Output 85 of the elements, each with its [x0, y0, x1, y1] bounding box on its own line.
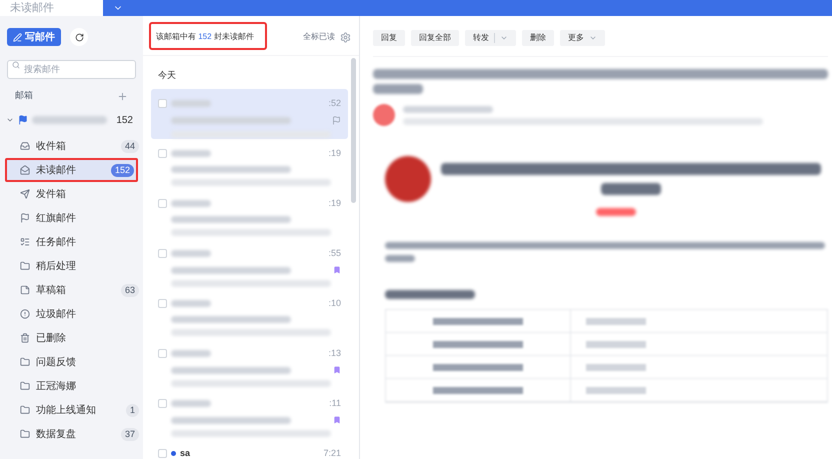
unread-summary: 该邮箱中有 152 封未读邮件: [149, 22, 267, 50]
note-icon: [20, 285, 30, 295]
folder-item[interactable]: 红旗邮件: [0, 206, 143, 230]
message-time: 7:21: [323, 446, 341, 459]
toolbar-button[interactable]: 更多: [560, 30, 605, 46]
count-badge: 37: [120, 428, 139, 440]
folder-icon: [20, 381, 30, 391]
folder-item[interactable]: 功能上线通知 1: [0, 398, 143, 422]
add-icon[interactable]: [117, 90, 128, 102]
blurred-sender: [171, 350, 211, 357]
checkbox[interactable]: [158, 298, 167, 308]
folder-item[interactable]: 垃圾邮件: [0, 302, 143, 326]
checkbox[interactable]: [158, 348, 167, 358]
blurred-sender: [171, 100, 211, 107]
checkbox[interactable]: [158, 198, 167, 208]
unread-count: 152: [116, 114, 133, 128]
count-badge: 1: [126, 404, 139, 416]
folder-item[interactable]: 收件箱 44: [0, 134, 143, 158]
search-icon: [12, 61, 20, 69]
send-icon: [20, 189, 30, 199]
folder-item[interactable]: 发件箱: [0, 182, 143, 206]
folder-icon: [20, 357, 30, 367]
toolbar-button[interactable]: 回复: [373, 30, 405, 46]
checkbox[interactable]: [158, 448, 167, 458]
folder-icon: [20, 429, 30, 439]
alert-icon: [20, 309, 30, 319]
folder-icon: [20, 261, 30, 271]
count-badge: 44: [120, 140, 139, 152]
toolbar-button[interactable]: 转发: [465, 30, 516, 46]
sender-name: sa: [180, 446, 190, 459]
folder-item[interactable]: 草稿箱 63: [0, 278, 143, 302]
blurred-sender: [171, 250, 211, 257]
folder-item[interactable]: 已删除: [0, 326, 143, 350]
count-badge: 152: [110, 164, 134, 176]
count-badge: 63: [120, 284, 139, 296]
checkbox[interactable]: [158, 148, 167, 158]
refresh-icon: [74, 32, 84, 42]
folder-item[interactable]: 任务邮件: [0, 230, 143, 254]
blurred-sender: [171, 400, 211, 407]
envelope-icon: [20, 165, 30, 175]
logo-placeholder: [385, 156, 431, 202]
blurred-text: [596, 208, 636, 216]
toolbar-button[interactable]: 回复全部: [411, 30, 459, 46]
chevron-icon: [500, 34, 508, 42]
blurred-email-subject: [373, 84, 423, 94]
message-time: :11: [329, 396, 341, 410]
message-time: :52: [328, 96, 341, 110]
folder-icon: [20, 405, 30, 415]
message-time: :13: [328, 346, 341, 360]
account-row[interactable]: 152: [0, 111, 143, 129]
scrollbar[interactable]: [351, 58, 356, 203]
refresh-button[interactable]: [70, 28, 88, 46]
folder-item[interactable]: 正冠海娜: [0, 374, 143, 398]
blurred-text: [385, 255, 415, 262]
mark-all-read-button[interactable]: 全标已读: [303, 31, 335, 43]
folder-item[interactable]: 稍后处理: [0, 254, 143, 278]
avatar: [373, 104, 395, 126]
checkbox[interactable]: [158, 248, 167, 258]
search-field[interactable]: 搜索邮件: [7, 60, 136, 78]
toolbar-button[interactable]: 删除: [522, 30, 554, 46]
list-icon: [20, 237, 30, 247]
section-heading: 邮箱: [15, 89, 33, 102]
blurred-sender: [171, 200, 211, 207]
checkbox[interactable]: [158, 98, 167, 108]
folder-item[interactable]: 未读邮件 152: [5, 158, 138, 182]
blurred-heading: [601, 183, 661, 195]
trash-icon: [20, 333, 30, 343]
flag-icon: [20, 213, 30, 223]
folder-item[interactable]: 问题反馈: [0, 350, 143, 374]
pen-icon: [13, 32, 22, 42]
blurred-sender: [171, 150, 211, 157]
settings-icon[interactable]: [340, 32, 351, 42]
blurred-sender: [171, 300, 211, 307]
inbox-icon: [20, 141, 30, 151]
message-time: :10: [328, 296, 341, 310]
chevron-icon: [589, 34, 597, 42]
checkbox[interactable]: [158, 398, 167, 408]
message-time: :55: [328, 246, 341, 260]
message-time: :19: [328, 146, 341, 160]
folder-item[interactable]: 数据复盘 37: [0, 422, 143, 446]
flag-icon: [18, 115, 28, 125]
date-group-label: 今天: [157, 69, 177, 82]
flag-icon[interactable]: [332, 116, 341, 125]
message-time: :19: [328, 196, 341, 210]
compose-button[interactable]: 写邮件: [7, 28, 61, 46]
